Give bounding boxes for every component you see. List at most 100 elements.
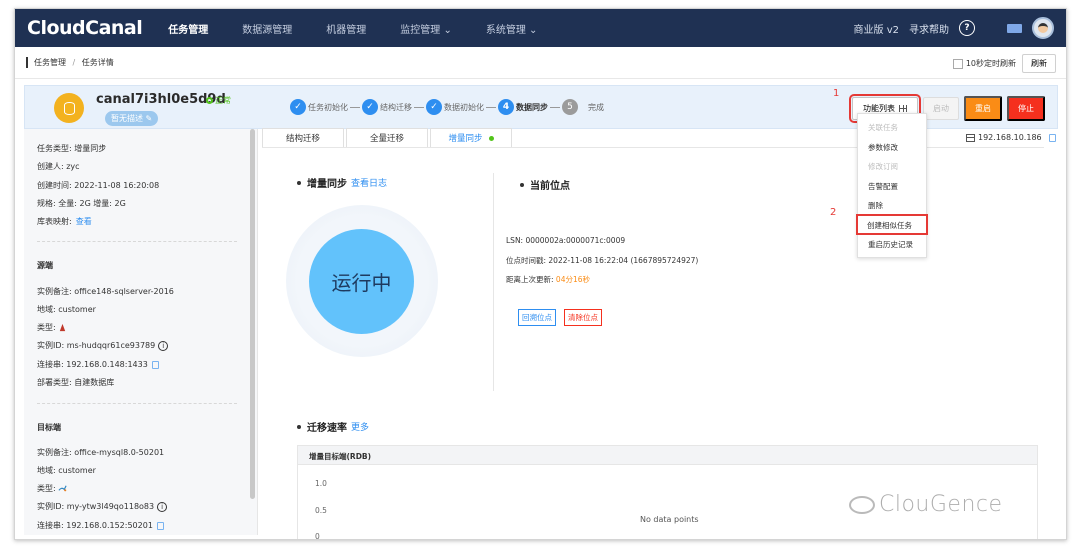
rate-title-text: 迁移速率 — [307, 423, 347, 434]
restart-button[interactable]: 重启 — [964, 96, 1002, 121]
stop-button[interactable]: 停止 — [1007, 96, 1045, 121]
refresh-controls: 10秒定时刷新 刷新 — [952, 54, 1056, 73]
tab-schema-migration[interactable]: 结构迁移 — [262, 128, 344, 147]
source-note: 实例备注: office148-sqlserver-2016 — [37, 287, 174, 296]
source-deploy: 部署类型: 自建数据库 — [37, 378, 115, 387]
watermark-text: ClouGence — [879, 492, 1003, 517]
position-timestamp: 位点时间戳: 2022-11-08 16:22:04 (166789572492… — [506, 256, 699, 265]
rate-more-link[interactable]: 更多 — [351, 420, 369, 433]
copy-icon[interactable] — [1048, 133, 1056, 142]
task-info-sidebar: 任务类型: 增量同步 创建人: zyc 创建时间: 2022-11-08 16:… — [24, 129, 258, 535]
dd-create-similar-task[interactable]: 创建相似任务 — [856, 213, 928, 235]
avatar-face-icon — [1038, 23, 1048, 33]
step-label: 数据同步 — [516, 102, 548, 112]
help-link[interactable]: 寻求帮助 — [909, 21, 949, 36]
nav-item-system[interactable]: 系统管理 ⌄ — [486, 21, 538, 36]
dd-related-task[interactable]: 关联任务 — [858, 117, 926, 137]
autorefresh-checkbox[interactable] — [952, 58, 963, 69]
nav-item-datasource[interactable]: 数据源管理 — [242, 21, 292, 36]
nav-item-task-manage[interactable]: 任务管理 — [168, 21, 208, 36]
divider — [37, 403, 237, 404]
watermark: ClouGence — [849, 492, 1003, 517]
sidebar-scrollbar[interactable] — [250, 129, 255, 499]
top-nav: CloudCanal 任务管理 数据源管理 机器管理 监控管理 ⌄ 系统管理 ⌄… — [15, 9, 1066, 47]
step-label: 完成 — [588, 102, 604, 112]
step-data-sync: 4 数据同步 — [498, 99, 548, 115]
breadcrumb-separator: / — [72, 58, 76, 67]
breadcrumb-marker — [26, 57, 28, 68]
tab-incremental-label: 增量同步 — [448, 134, 483, 144]
table-mapping-label: 库表映射: — [37, 217, 72, 226]
source-title: 源端 — [37, 261, 53, 270]
rate-section-title: 迁移速率 更多 — [297, 419, 369, 434]
running-indicator: 运行中 — [309, 229, 414, 334]
message-icon[interactable] — [1007, 23, 1022, 33]
nav-item-monitor[interactable]: 监控管理 ⌄ — [400, 21, 452, 36]
info-icon[interactable]: i — [157, 501, 168, 512]
grid-icon — [899, 105, 907, 112]
start-button[interactable]: 启动 — [923, 97, 959, 120]
step-number: 4 — [498, 99, 514, 115]
divider — [37, 241, 237, 242]
source-id-text: 实例ID: ms-hudqqr61ce93789 — [37, 341, 156, 350]
status-text: 正常 — [215, 96, 231, 105]
clear-position-button[interactable]: 清除位点 — [564, 309, 602, 326]
table-mapping: 库表映射: 查看 — [37, 216, 92, 227]
source-conn: 连接串: 192.168.0.148:1433 — [37, 359, 159, 370]
bullet-icon — [520, 182, 524, 187]
app-window: CloudCanal 任务管理 数据源管理 机器管理 监控管理 ⌄ 系统管理 ⌄… — [14, 8, 1067, 540]
tab-incremental-sync[interactable]: 增量同步 — [430, 128, 512, 147]
target-region: 地域: customer — [37, 466, 96, 475]
nav-item-machine[interactable]: 机器管理 — [326, 21, 366, 36]
sync-section-title: 增量同步 查看日志 — [297, 175, 387, 190]
tab-full-migration[interactable]: 全量迁移 — [346, 128, 428, 147]
breadcrumb: 任务管理 / 任务详情 — [34, 57, 114, 68]
copy-icon[interactable] — [156, 521, 164, 530]
step-data-init: ✓ 数据初始化 — [426, 99, 484, 115]
breadcrumb-root[interactable]: 任务管理 — [34, 58, 66, 67]
step-label: 结构迁移 — [380, 102, 412, 112]
refresh-button[interactable]: 刷新 — [1022, 54, 1056, 73]
help-icon[interactable]: ? — [959, 20, 975, 36]
rollback-position-button[interactable]: 回溯位点 — [518, 309, 556, 326]
autorefresh-toggle[interactable]: 10秒定时刷新 — [952, 58, 1016, 69]
dd-alert-config[interactable]: 告警配置 — [858, 176, 926, 196]
target-id-text: 实例ID: my-ytw3l49qo118o83 — [37, 502, 155, 511]
last-update-value: 04分16秒 — [555, 275, 591, 284]
copy-icon[interactable] — [151, 360, 159, 369]
step-label: 数据初始化 — [444, 102, 484, 112]
dd-param-edit[interactable]: 参数修改 — [858, 137, 926, 157]
dd-delete[interactable]: 删除 — [858, 195, 926, 215]
step-connector — [486, 106, 496, 108]
table-mapping-link[interactable]: 查看 — [76, 217, 92, 226]
target-id: 实例ID: my-ytw3l49qo118o83 i — [37, 501, 168, 512]
wechat-icon — [849, 496, 875, 514]
no-data-text: No data points — [640, 515, 699, 524]
step-connector — [350, 106, 360, 108]
info-icon[interactable]: i — [158, 340, 169, 351]
breadcrumb-current: 任务详情 — [81, 58, 114, 67]
database-icon — [54, 93, 84, 123]
target-type: 类型: — [37, 483, 67, 494]
dd-restart-history[interactable]: 重启历史记录 — [858, 234, 926, 254]
function-dropdown: 关联任务 参数修改 修改订阅 告警配置 删除 创建相似任务 重启历史记录 — [856, 113, 928, 258]
edition-label[interactable]: 商业版 v2 — [854, 21, 899, 36]
step-schema-migration: ✓ 结构迁移 — [362, 99, 412, 115]
step-check-icon: ✓ — [426, 99, 442, 115]
target-conn: 连接串: 192.168.0.152:50201 — [37, 520, 164, 531]
description-tag[interactable]: 暂无描述 ✎ — [105, 111, 159, 126]
running-dot-icon — [488, 135, 494, 141]
view-log-link[interactable]: 查看日志 — [351, 176, 387, 189]
dd-modify-subscription[interactable]: 修改订阅 — [858, 156, 926, 176]
step-check-icon: ✓ — [290, 99, 306, 115]
sync-title-text: 增量同步 — [307, 179, 347, 190]
nav-right: 商业版 v2 寻求帮助 ? — [854, 9, 1054, 47]
source-type: 类型: — [37, 322, 67, 333]
mysql-icon — [58, 485, 67, 492]
autorefresh-label: 10秒定时刷新 — [965, 59, 1016, 68]
step-connector — [550, 106, 560, 108]
avatar[interactable] — [1032, 17, 1054, 39]
nav-menu: 任务管理 数据源管理 机器管理 监控管理 ⌄ 系统管理 ⌄ — [168, 21, 571, 36]
task-type: 任务类型: 增量同步 — [37, 144, 107, 153]
y-tick: 1.0 — [315, 479, 327, 488]
